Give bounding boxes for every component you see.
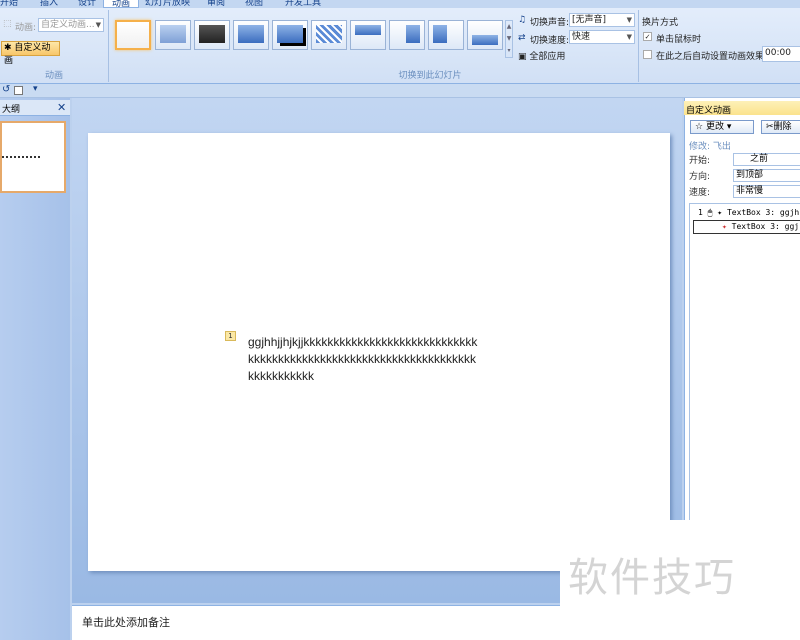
apply-all-icon: ▣	[518, 52, 527, 62]
sound-label: 切换声音:	[530, 18, 570, 28]
divider	[108, 10, 109, 82]
ribbon: ⬚ 动画: 自定义动画... ▼ ✱ 自定义动画 动画 ▲ ▼ ▾ ♫ 切换声音: […	[0, 8, 800, 84]
transition-cut-black[interactable]	[272, 20, 308, 50]
speed-select[interactable]: 快速 ▼	[569, 30, 635, 44]
direction-select[interactable]: 到顶部	[733, 169, 800, 182]
slide-textbox[interactable]: ggjhhjjhjkjjkkkkkkkkkkkkkkkkkkkkkkkkkkkk…	[248, 334, 477, 385]
sound-value: [无声音]	[572, 15, 607, 25]
chevron-down-icon: ▼	[95, 21, 101, 29]
customize-qat-icon[interactable]: ▾	[33, 84, 38, 94]
transition-none[interactable]	[115, 20, 151, 50]
chevron-down-icon: ▼	[626, 16, 632, 24]
modify-label: 修改: 飞出	[689, 142, 731, 152]
transition-group-label: 切换到此幻灯片	[398, 71, 462, 81]
chevron-down-icon: ▾	[726, 122, 732, 132]
transition-wipe-down[interactable]	[350, 20, 386, 50]
transition-wipe-right[interactable]	[428, 20, 464, 50]
item-number: 1	[698, 208, 703, 217]
item-text: TextBox 3: ggjh	[726, 208, 800, 217]
tab-developer[interactable]: 开发工具	[285, 0, 321, 8]
text-line: kkkkkkkkkkkkkkkkkkkkkkkkkkkkkkkkkkkkkk	[248, 352, 476, 366]
animation-list-item[interactable]: 1 🖱 ✦ TextBox 3: ggjh	[698, 208, 799, 218]
speed-icon: ⇄	[518, 33, 526, 43]
tab-insert[interactable]: 插入	[40, 0, 58, 8]
advance-title: 换片方式	[642, 18, 679, 28]
delete-label: 删除	[773, 122, 792, 132]
transition-wipe-left[interactable]	[389, 20, 425, 50]
auto-advance-label: 在此之后自动设置动画效果:	[656, 52, 768, 62]
change-effect-button[interactable]: ☆ 更改 ▾	[690, 120, 754, 134]
on-click-checkbox[interactable]: ✓	[643, 32, 652, 41]
slide-thumbnail[interactable]	[0, 121, 66, 193]
animation-group-label: 动画	[44, 71, 63, 81]
tab-slideshow[interactable]: 幻灯片放映	[145, 0, 190, 8]
outline-tab[interactable]: 大纲	[2, 102, 20, 115]
tab-animation[interactable]: 动画	[103, 0, 140, 8]
start-label: 开始:	[689, 156, 711, 166]
transition-wipe-up[interactable]	[467, 20, 503, 50]
animation-select-value: 自定义动画...	[41, 20, 95, 30]
gallery-scroll[interactable]: ▲ ▼ ▾	[505, 20, 513, 58]
mouse-icon: 🖱	[707, 208, 713, 217]
auto-time-input[interactable]: 00:00	[762, 46, 800, 62]
speed-label: 切换速度:	[530, 36, 570, 46]
speed-label-pane: 速度:	[689, 188, 711, 198]
tab-view[interactable]: 视图	[245, 0, 263, 8]
chevron-down-icon: ▼	[626, 33, 632, 41]
thumbnail-text	[2, 156, 40, 158]
speed-select-pane[interactable]: 非常慢	[733, 185, 800, 198]
text-line: kkkkkkkkkkk	[248, 369, 314, 383]
transition-fade-black[interactable]	[194, 20, 230, 50]
animation-label: 动画:	[15, 23, 37, 33]
custom-animation-icon: ✱	[4, 43, 12, 53]
speed-value: 快速	[572, 32, 591, 42]
outline-tab-bar: 大纲 ✕	[0, 100, 70, 116]
text-line: ggjhhjjhjkjjkkkkkkkkkkkkkkkkkkkkkkkkkkkk…	[248, 335, 478, 349]
direction-label: 方向:	[689, 172, 711, 182]
sound-icon: ♫	[518, 15, 527, 25]
effect-icon: ✦	[717, 208, 723, 217]
on-click-label: 单击鼠标时	[656, 35, 702, 45]
delete-icon: ✂	[766, 122, 774, 132]
apply-all-button[interactable]: ▣ 全部应用	[518, 49, 565, 62]
watermark: 软件技巧	[568, 555, 736, 601]
delete-effect-button[interactable]: ✂删除	[761, 120, 800, 134]
sound-select[interactable]: [无声音] ▼	[569, 13, 635, 27]
transition-fade[interactable]	[155, 20, 191, 50]
divider	[638, 10, 639, 82]
transition-dissolve[interactable]	[311, 20, 347, 50]
change-label: 更改	[705, 122, 724, 132]
animation-list	[689, 203, 800, 533]
item-text: TextBox 3: ggj...	[731, 222, 800, 231]
start-select[interactable]: 之前	[733, 153, 800, 166]
tab-review[interactable]: 审阅	[207, 0, 225, 8]
pane-title: 自定义动画	[684, 101, 800, 116]
transition-cut[interactable]	[233, 20, 269, 50]
apply-all-label: 全部应用	[529, 52, 566, 62]
animation-order-tag[interactable]: 1	[225, 331, 236, 341]
star-icon: ☆	[695, 122, 704, 132]
ribbon-tabs: 开始 插入 设计 动画 幻灯片放映 审阅 视图 开发工具	[0, 0, 800, 8]
undo-icon[interactable]: ↺	[2, 84, 10, 95]
animation-list-item[interactable]: ✦ TextBox 3: ggj...	[693, 220, 800, 234]
close-icon[interactable]: ✕	[57, 101, 66, 114]
animation-icon: ⬚	[3, 19, 12, 29]
effect-icon: ✦	[722, 222, 727, 231]
custom-animation-button[interactable]: ✱ 自定义动画	[1, 41, 60, 66]
quick-access-toolbar: ↺ ▾	[0, 84, 800, 98]
tab-home[interactable]: 开始	[0, 0, 18, 8]
tab-design[interactable]: 设计	[78, 0, 96, 8]
auto-advance-checkbox[interactable]	[643, 50, 652, 59]
save-icon[interactable]	[14, 86, 23, 95]
animation-select[interactable]: 自定义动画... ▼	[38, 18, 104, 32]
